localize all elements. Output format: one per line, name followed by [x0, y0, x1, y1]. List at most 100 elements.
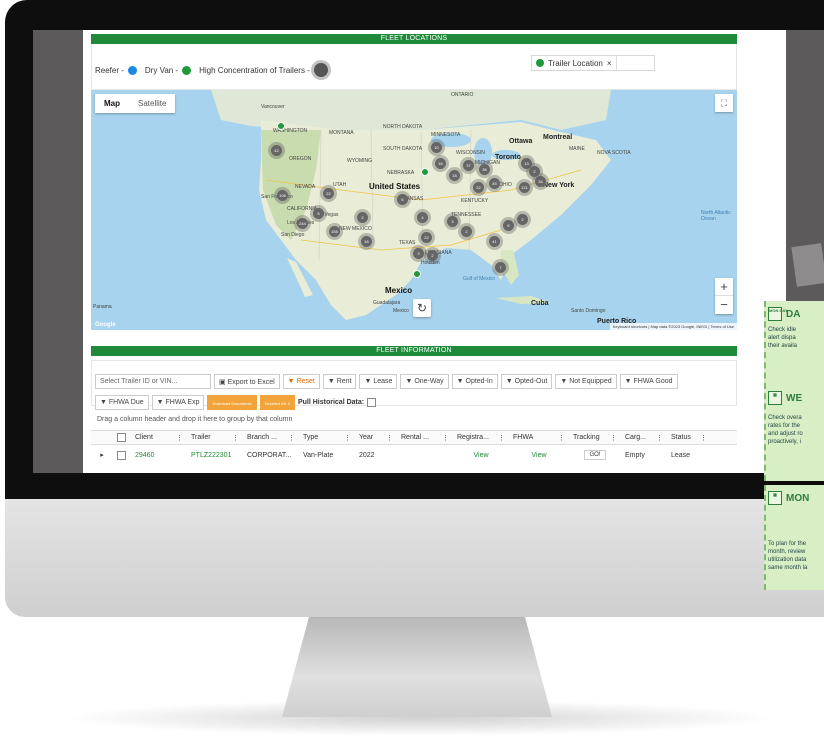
deselect-all-button[interactable]: Deselect All: 0: [259, 395, 295, 410]
reset-button[interactable]: ▼ Reset: [282, 374, 320, 389]
map-label-south-dakota: SOUTH DAKOTA: [383, 146, 423, 152]
select-all-checkbox[interactable]: [113, 431, 131, 444]
map-cluster[interactable]: 3: [413, 248, 424, 259]
map-cluster[interactable]: 10: [431, 142, 442, 153]
map-cluster[interactable]: 244: [297, 218, 308, 229]
zoom-out-button[interactable]: −: [715, 296, 733, 314]
map-label-ontario: ONTARIO: [451, 92, 474, 98]
rent-filter-button[interactable]: ▼ Rent: [322, 374, 357, 389]
map-cluster[interactable]: 2: [529, 166, 540, 177]
column-header[interactable]: FHWA ⋮: [509, 431, 569, 444]
map-cluster[interactable]: 37: [463, 160, 474, 171]
map-cluster[interactable]: 42: [271, 145, 282, 156]
cell-fhwa-link[interactable]: View: [509, 446, 569, 464]
filter-icon: ▼: [456, 378, 466, 385]
daily-heading: MON DAY DA: [768, 307, 801, 321]
column-header[interactable]: Branch ... ⋮: [243, 431, 299, 444]
column-header[interactable]: Tracking ⋮: [569, 431, 621, 444]
weekly-line: and adjust ro: [768, 431, 803, 437]
map-label-ottawa: Ottawa: [509, 138, 533, 145]
fhwa-good-filter-button[interactable]: ▼ FHWA Good: [619, 374, 678, 389]
map-label-vancouver: Vancouver: [261, 104, 285, 110]
column-header[interactable]: Year ⋮: [355, 431, 397, 444]
lease-filter-button[interactable]: ▼ Lease: [359, 374, 398, 389]
refresh-icon[interactable]: ↻: [413, 299, 431, 317]
column-header[interactable]: Rental ... ⋮: [397, 431, 453, 444]
filter-icon: ▼: [156, 399, 166, 406]
map-cluster[interactable]: 121: [519, 182, 530, 193]
map-cluster[interactable]: 155: [329, 226, 340, 237]
map-cluster[interactable]: 2: [357, 212, 368, 223]
trailer-location-chip[interactable]: Trailer Location ×: [536, 56, 617, 70]
map-cluster[interactable]: 22: [323, 188, 334, 199]
tab-map[interactable]: Map: [95, 94, 129, 113]
row-expand-icon[interactable]: ▸: [91, 446, 113, 464]
cell-registration-link[interactable]: View: [453, 446, 509, 464]
expand-column: [91, 431, 113, 444]
map-cluster[interactable]: 34: [535, 176, 546, 187]
location-filter-box[interactable]: Trailer Location ×: [531, 55, 655, 71]
cell-tracking: GO!: [569, 446, 621, 464]
column-header[interactable]: Carg... ⋮: [621, 431, 667, 444]
column-header[interactable]: Type ⋮: [299, 431, 355, 444]
column-header[interactable]: Status ⋮: [667, 431, 711, 444]
map-cluster[interactable]: 45: [489, 178, 500, 189]
map-cluster[interactable]: 16: [435, 158, 446, 169]
map-cluster[interactable]: 22: [421, 232, 432, 243]
monthly-line: same month la: [768, 565, 808, 571]
tab-satellite[interactable]: Satellite: [129, 94, 175, 113]
map-cluster[interactable]: 16: [361, 236, 372, 247]
tape-strip: [791, 243, 824, 287]
map-label-mexico: Mexico: [385, 286, 413, 295]
map-cluster[interactable]: 5: [313, 208, 324, 219]
weekly-line: rates for the: [768, 423, 801, 429]
one-way-filter-button[interactable]: ▼ One-Way: [400, 374, 449, 389]
column-header[interactable]: Trailer ⋮: [187, 431, 243, 444]
map-cluster[interactable]: 2: [517, 214, 528, 225]
map-pin[interactable]: [421, 168, 429, 176]
chip-remove-icon[interactable]: ×: [607, 59, 612, 68]
map-cluster[interactable]: 4: [417, 212, 428, 223]
row-checkbox[interactable]: [113, 446, 131, 464]
download-documents-button[interactable]: Download Documents: [207, 395, 257, 410]
export-excel-button[interactable]: ▣ Export to Excel: [214, 374, 280, 389]
map-cluster[interactable]: 7: [495, 262, 506, 273]
column-header[interactable]: Registra... ⋮: [453, 431, 509, 444]
cell-trailer[interactable]: PTLZ222301: [187, 446, 243, 464]
daily-line: their availa: [768, 343, 798, 349]
table-row[interactable]: ▸ 29460 PTLZ222301 CORPORAT... Van-Plate…: [91, 446, 737, 464]
column-header[interactable]: Client ⋮: [131, 431, 187, 444]
map-cluster[interactable]: 6: [397, 194, 408, 205]
daily-line: alert dispa: [768, 335, 796, 341]
fullscreen-icon[interactable]: ⛶: [715, 94, 733, 112]
map-cluster[interactable]: 2: [461, 226, 472, 237]
map-pin[interactable]: [277, 122, 285, 130]
fleet-map[interactable]: Map Satellite ⛶ Vancouver WASHINGTON MON…: [91, 90, 737, 330]
pull-historical-checkbox[interactable]: [367, 398, 377, 407]
map-label-maine: MAINE: [569, 146, 585, 152]
map-cluster[interactable]: 3: [447, 216, 458, 227]
map-label-san-diego: San Diego: [281, 232, 305, 238]
map-cluster[interactable]: 22: [473, 182, 484, 193]
fhwa-due-filter-button[interactable]: ▼ FHWA Due: [95, 395, 149, 410]
trailer-search-input[interactable]: Select Trailer ID or VIN...: [95, 374, 211, 389]
map-cluster[interactable]: 36: [479, 164, 490, 175]
go-tracking-button[interactable]: GO!: [584, 450, 606, 460]
opted-out-filter-button[interactable]: ▼ Opted-Out: [500, 374, 553, 389]
map-label-montana: MONTANA: [329, 130, 354, 136]
fhwa-exp-filter-button[interactable]: ▼ FHWA Exp: [151, 395, 205, 410]
desktop-scene: FLEET LOCATIONS Reefer - Dry Van - High …: [0, 0, 824, 744]
opted-in-filter-button[interactable]: ▼ Opted-In: [451, 374, 498, 389]
map-cluster[interactable]: 2: [427, 250, 438, 261]
map-label-cuba: Cuba: [531, 300, 549, 307]
zoom-in-button[interactable]: +: [715, 278, 733, 296]
cell-client[interactable]: 29460: [131, 446, 187, 464]
map-attribution[interactable]: Keyboard shortcuts | Map data ©2023 Goog…: [609, 323, 737, 330]
map-cluster[interactable]: 6: [503, 220, 514, 231]
map-cluster[interactable]: 18: [449, 170, 460, 181]
map-cluster[interactable]: 41: [489, 236, 500, 247]
map-pin[interactable]: [413, 270, 421, 278]
not-equipped-filter-button[interactable]: ▼ Not Equipped: [555, 374, 617, 389]
map-cluster[interactable]: 106: [277, 190, 288, 201]
filter-icon: ▼: [505, 378, 515, 385]
